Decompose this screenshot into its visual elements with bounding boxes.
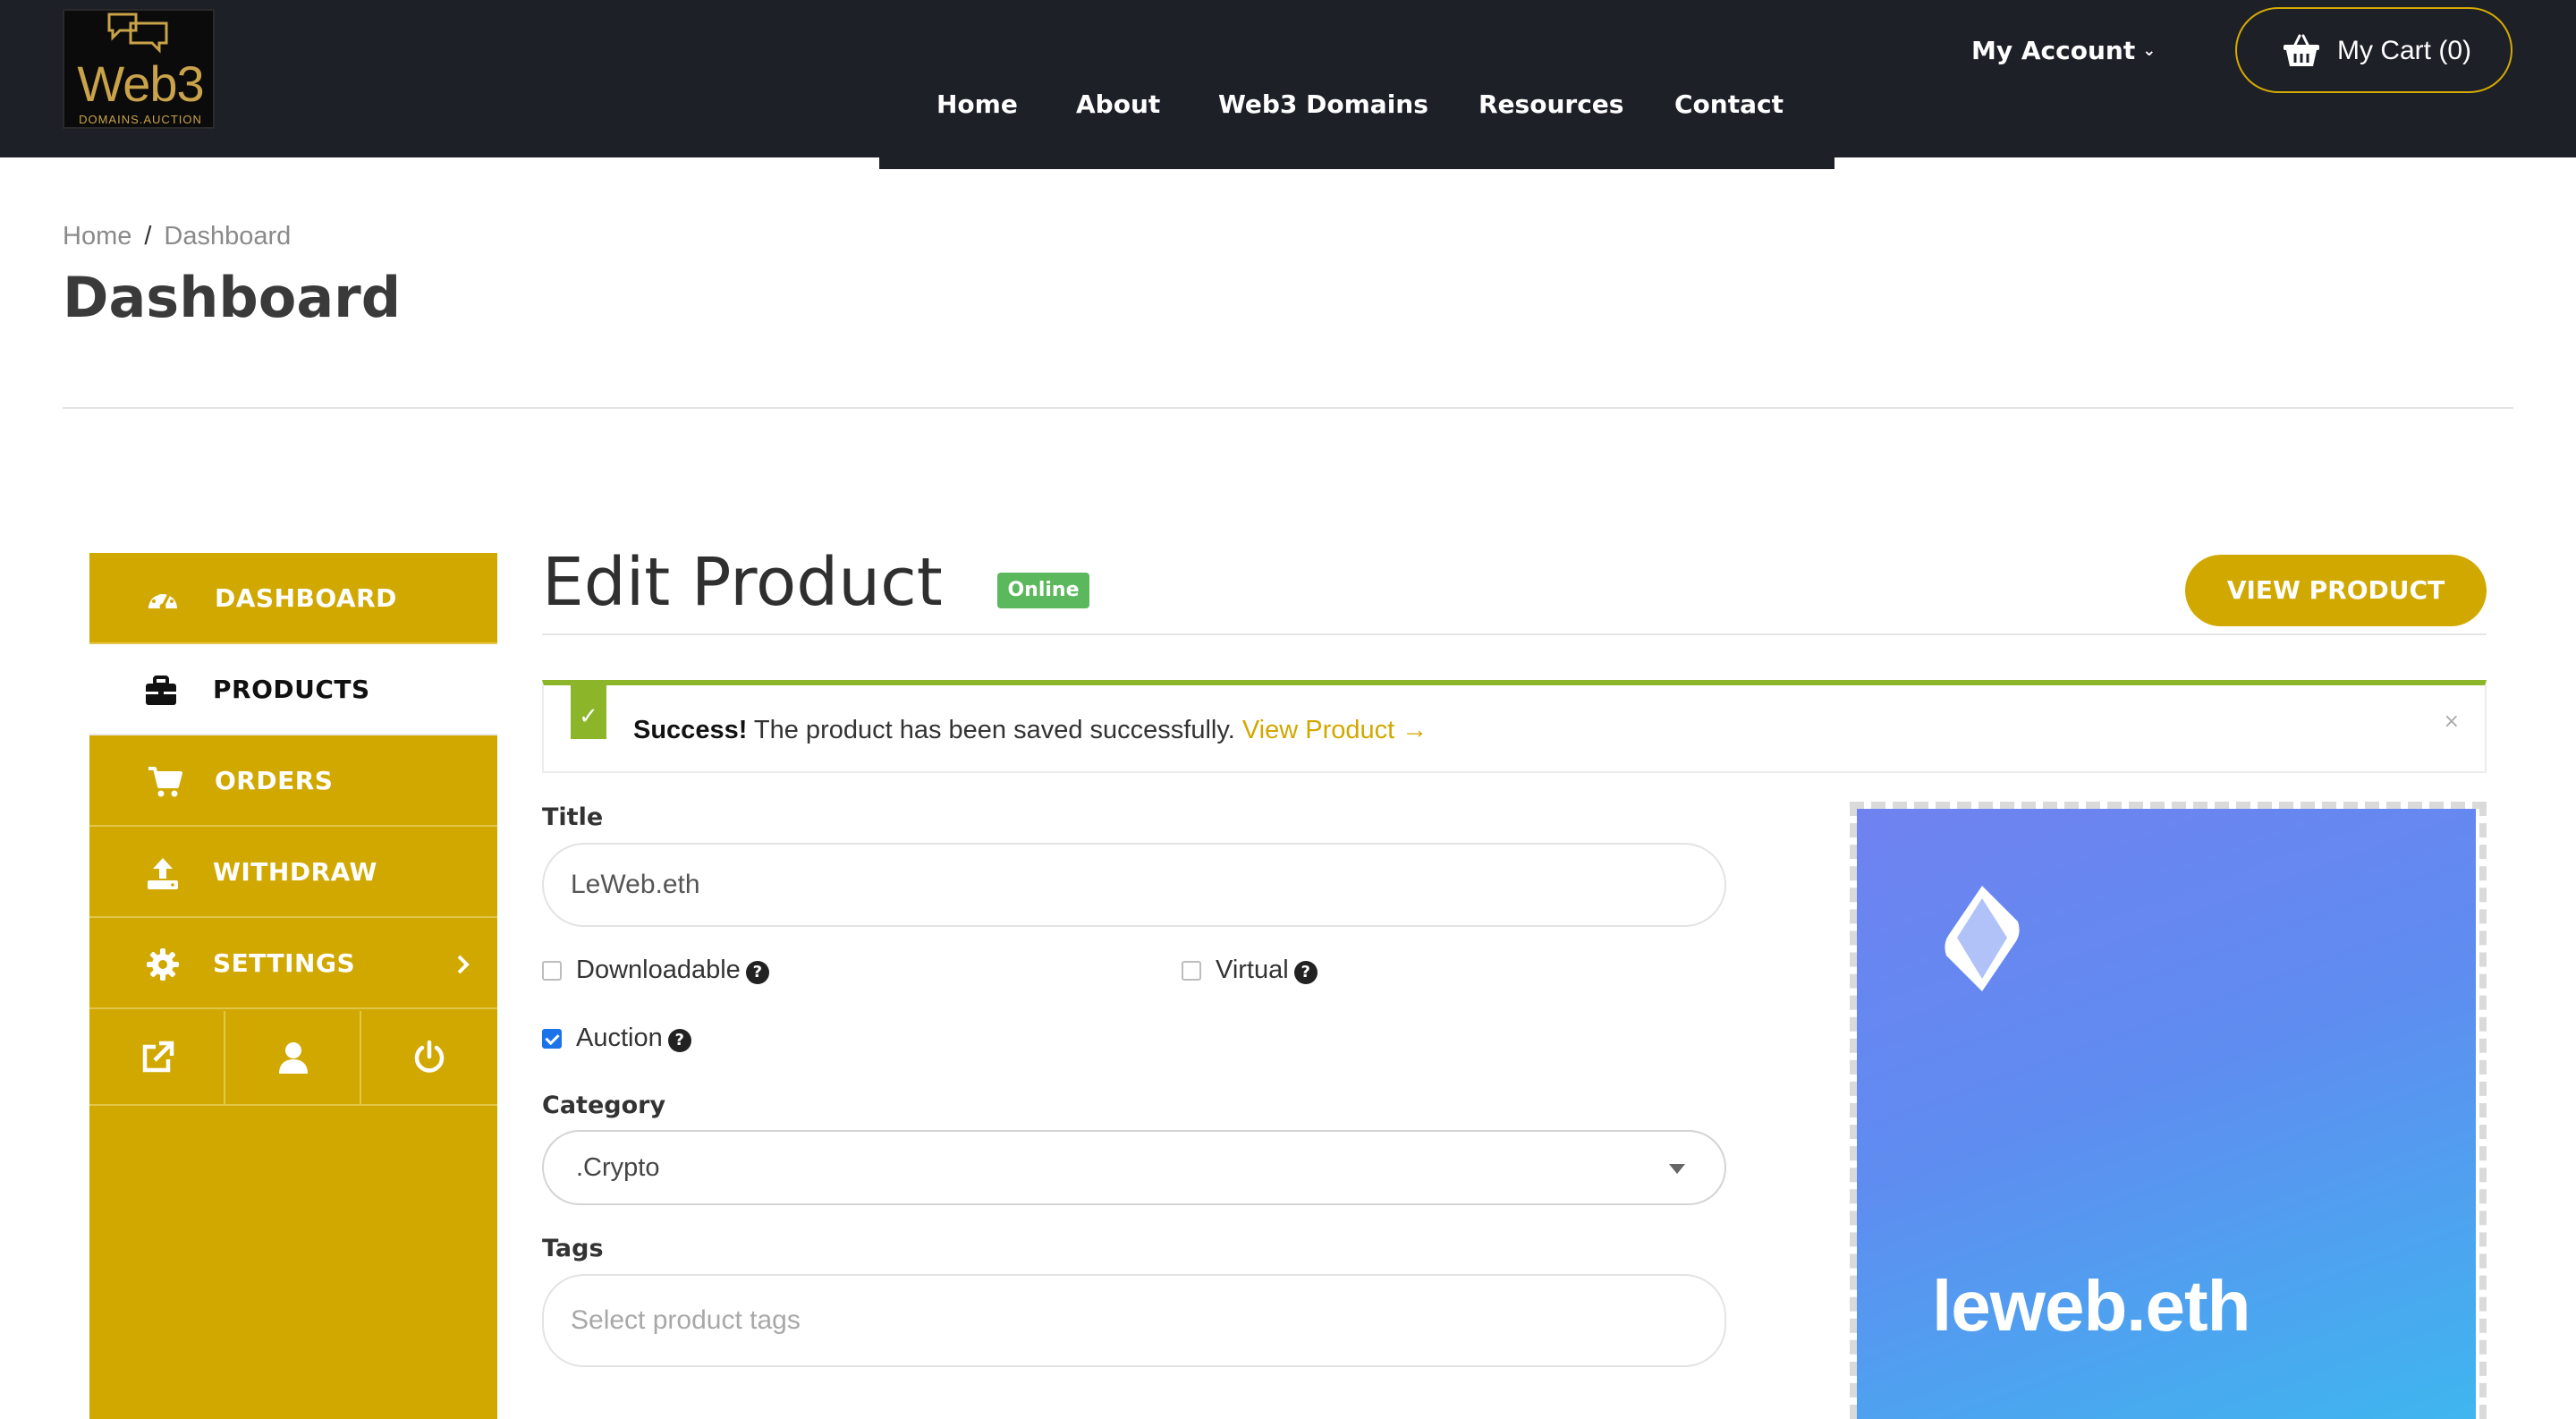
nav-home[interactable]: Home xyxy=(936,89,1018,119)
auction-checkbox[interactable]: Auction? xyxy=(542,1024,691,1053)
view-product-button[interactable]: VIEW PRODUCT xyxy=(2185,555,2487,626)
basket-icon xyxy=(2284,34,2319,66)
my-account-menu[interactable]: My Account ⌄ xyxy=(1971,36,2156,65)
nav-about[interactable]: About xyxy=(1076,89,1160,119)
breadcrumb: Home / Dashboard xyxy=(63,222,291,251)
title-label: Title xyxy=(542,803,604,831)
sidebar-item-label: PRODUCTS xyxy=(213,675,370,704)
sidebar-item-settings[interactable]: SETTINGS xyxy=(89,918,497,1009)
briefcase-icon xyxy=(146,676,176,705)
breadcrumb-home[interactable]: Home xyxy=(63,222,131,251)
category-select[interactable]: .Crypto xyxy=(542,1130,1726,1205)
nav-resources[interactable]: Resources xyxy=(1479,89,1623,119)
sidebar-item-label: SETTINGS xyxy=(213,948,356,978)
logo-subtitle: DOMAINS.AUCTION xyxy=(79,113,202,126)
logout-button[interactable] xyxy=(361,1011,497,1106)
alert-body: The product has been saved successfully. xyxy=(753,716,1235,744)
check-icon: ✓ xyxy=(571,680,606,739)
external-link-icon xyxy=(142,1041,174,1073)
sidebar-item-label: WITHDRAW xyxy=(213,857,377,887)
my-account-label: My Account xyxy=(1971,36,2136,65)
profile-button[interactable] xyxy=(225,1011,361,1106)
sidebar-item-withdraw[interactable]: WITHDRAW xyxy=(89,827,497,918)
edit-product-heading: Edit Product xyxy=(542,544,943,621)
sidebar-item-label: DASHBOARD xyxy=(215,583,397,613)
sidebar-tools xyxy=(89,1011,497,1106)
help-icon[interactable]: ? xyxy=(1293,961,1318,984)
chevron-down-icon: ⌄ xyxy=(2142,41,2157,60)
site-logo[interactable]: Web3 DOMAINS.AUCTION xyxy=(63,9,215,129)
checkbox-box[interactable] xyxy=(542,961,562,981)
top-header: Web3 DOMAINS.AUCTION Home About Web3 Dom… xyxy=(0,0,2576,157)
downloadable-label: Downloadable xyxy=(576,956,741,984)
checkbox-box[interactable] xyxy=(542,1029,562,1049)
close-icon[interactable]: × xyxy=(2444,710,2460,733)
product-image-text: leweb.eth xyxy=(1932,1266,2251,1346)
sidebar-item-dashboard[interactable]: DASHBOARD xyxy=(89,553,497,644)
virtual-checkbox[interactable]: Virtual? xyxy=(1182,956,1318,985)
ens-logo-icon xyxy=(1945,886,2020,991)
power-icon xyxy=(414,1040,445,1073)
nav-web3-domains[interactable]: Web3 Domains xyxy=(1218,89,1428,119)
tags-label: Tags xyxy=(542,1235,604,1262)
help-icon[interactable]: ? xyxy=(667,1029,691,1052)
category-label: Category xyxy=(542,1092,666,1119)
success-alert: ✓ Success! The product has been saved su… xyxy=(542,680,2487,773)
alert-strong: Success! xyxy=(633,716,748,744)
page-title: Dashboard xyxy=(63,265,402,330)
checkbox-box[interactable] xyxy=(1182,961,1201,981)
alert-view-product-link[interactable]: View Product → xyxy=(1242,716,1428,744)
cart-icon xyxy=(148,767,182,797)
user-icon xyxy=(279,1042,308,1074)
divider xyxy=(63,407,2513,409)
my-cart-button[interactable]: My Cart (0) xyxy=(2235,7,2512,93)
sidebar-item-orders[interactable]: ORDERS xyxy=(89,735,497,827)
tags-input[interactable]: Select product tags xyxy=(542,1274,1726,1367)
chat-bubbles-icon xyxy=(107,13,168,54)
title-input[interactable]: LeWeb.eth xyxy=(542,843,1726,927)
help-icon[interactable]: ? xyxy=(745,961,769,984)
visit-store-button[interactable] xyxy=(89,1011,225,1106)
logo-wordmark: Web3 xyxy=(77,55,204,112)
dashboard-sidebar: DASHBOARD PRODUCTS ORDERS WITHDRAW SETTI… xyxy=(89,553,497,1419)
downloadable-checkbox[interactable]: Downloadable? xyxy=(542,956,769,985)
status-badge: Online xyxy=(997,573,1089,608)
sidebar-item-products[interactable]: PRODUCTS xyxy=(89,644,497,735)
upload-icon xyxy=(148,858,178,889)
chevron-right-icon xyxy=(457,955,470,974)
nav-underline-strip xyxy=(879,157,1835,169)
divider xyxy=(542,633,2487,635)
auction-label: Auction xyxy=(576,1024,663,1052)
breadcrumb-current: Dashboard xyxy=(164,222,292,251)
caret-down-icon xyxy=(1669,1164,1685,1174)
nav-contact[interactable]: Contact xyxy=(1674,89,1784,119)
virtual-label: Virtual xyxy=(1216,956,1289,984)
product-image[interactable]: leweb.eth xyxy=(1857,809,2476,1419)
sidebar-item-label: ORDERS xyxy=(215,766,334,795)
gear-icon xyxy=(147,948,179,981)
speedometer-icon xyxy=(148,590,177,610)
category-value: .Crypto xyxy=(576,1153,660,1182)
breadcrumb-separator: / xyxy=(144,222,152,251)
cart-label: My Cart (0) xyxy=(2337,36,2471,65)
alert-message: Success! The product has been saved succ… xyxy=(633,716,1428,745)
